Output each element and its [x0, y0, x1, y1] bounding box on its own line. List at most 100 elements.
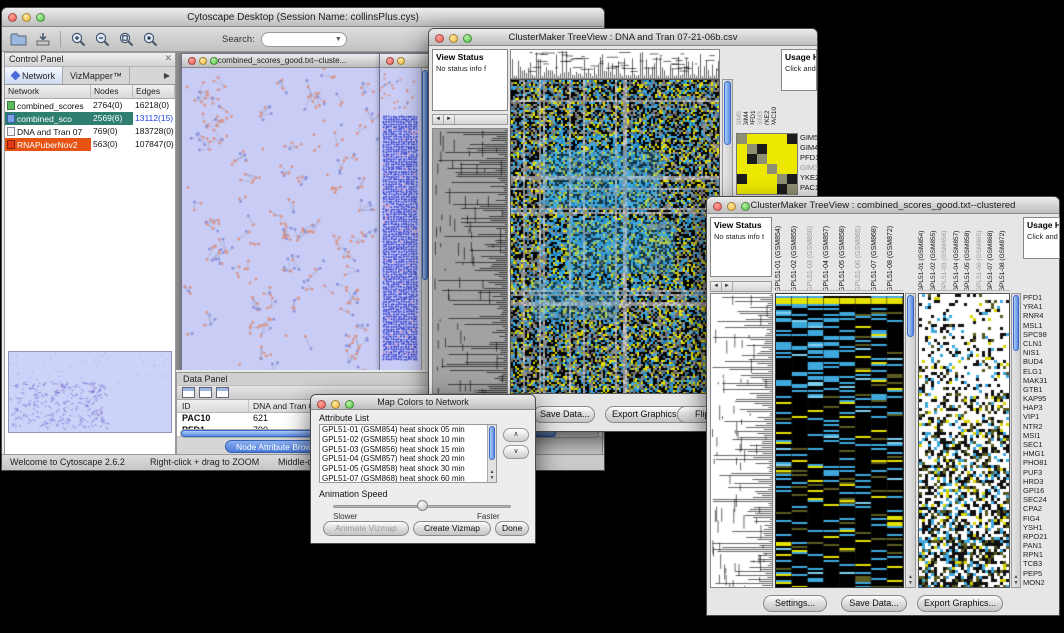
dendrogram-hscrollbar[interactable]: ◄ ► [432, 114, 508, 125]
scrollbar-arrows[interactable]: ▲▼ [1012, 574, 1020, 586]
network-edges: 183728(0) [133, 125, 175, 138]
attribute-list-item[interactable]: GPL51-04 (GSM857) heat shock 20 min [320, 454, 496, 464]
zoom-in-icon[interactable] [68, 29, 89, 50]
vertical-scrollbar[interactable] [421, 68, 428, 370]
scrollbar-thumb[interactable] [724, 81, 731, 145]
zoom-button[interactable] [210, 57, 218, 65]
tab-vizmapper[interactable]: VizMapper™ [63, 67, 130, 84]
scroll-right-icon[interactable]: ► [722, 282, 733, 291]
scrollbar-arrows[interactable]: ▲▼ [488, 469, 496, 481]
tab-vizmapper-label: VizMapper™ [70, 71, 122, 81]
network-list-row[interactable]: DNA and Tran 07769(0)183728(0) [5, 125, 175, 138]
network-view-canvas[interactable] [182, 68, 382, 370]
save-data-button[interactable]: Save Data... [841, 595, 907, 612]
zoom-selected-icon[interactable] [140, 29, 161, 50]
select-attributes-icon[interactable] [199, 387, 212, 398]
minimize-button[interactable] [22, 13, 31, 22]
scroll-track[interactable] [455, 115, 507, 124]
zoom-button[interactable] [36, 13, 45, 22]
scrollbar-thumb[interactable] [489, 426, 495, 460]
close-button[interactable] [317, 400, 326, 409]
close-button[interactable] [8, 13, 17, 22]
table-icon[interactable] [182, 387, 195, 398]
network-list-row[interactable]: RNAPuberNov2563(0)107847(0) [5, 138, 175, 151]
network-list-row[interactable]: combined_scores2764(0)16218(0) [5, 99, 175, 112]
scroll-left-icon[interactable]: ◄ [433, 115, 444, 124]
zoom-button[interactable] [463, 34, 472, 43]
scrollbar-arrows[interactable]: ▲▼ [906, 574, 915, 586]
export-graphics-button[interactable]: Export Graphics... [917, 595, 1003, 612]
tab-overflow-arrow-icon[interactable]: ▶ [159, 67, 175, 84]
row-id: PAC10 [177, 413, 249, 425]
scrollbar-thumb[interactable] [1013, 295, 1019, 351]
dendrogram-hscrollbar[interactable]: ◄ ► [710, 281, 772, 292]
zoom-out-icon[interactable] [92, 29, 113, 50]
open-folder-icon[interactable] [8, 29, 29, 50]
save-data-button[interactable]: Save Data... [533, 406, 595, 423]
control-panel-header: Control Panel ✕ [5, 53, 175, 67]
network-list-row[interactable]: combined_sco2569(6)13112(15) [5, 112, 175, 125]
usage-hints-text: Click and drag t [785, 64, 813, 73]
comb-col-labels-2: GPL51-01 (GSM854)GPL51-02 (GSM855)GPL51-… [918, 217, 1010, 291]
scroll-track[interactable] [733, 282, 771, 291]
gene-list-vscrollbar[interactable]: ▲▼ [1011, 293, 1021, 588]
network-name: combined_scores [17, 101, 84, 111]
network-window-2-titlebar[interactable] [380, 54, 428, 68]
attribute-list-item[interactable]: GPL51-03 (GSM856) heat shock 15 min [320, 445, 496, 455]
dna-column-dendrogram[interactable] [510, 49, 720, 79]
attribute-list-item[interactable]: GPL51-07 (GSM868) heat shock 60 min [320, 474, 496, 483]
animation-speed-slider[interactable] [333, 499, 511, 513]
cluster-heatmap-canvas[interactable] [918, 293, 1010, 588]
minimize-button[interactable] [199, 57, 207, 65]
animate-vizmap-button[interactable]: Animate Vizmap [323, 521, 409, 536]
scroll-right-icon[interactable]: ► [444, 115, 455, 124]
minimize-button[interactable] [727, 202, 736, 211]
dna-row-dendrogram[interactable] [432, 128, 508, 394]
minimize-button[interactable] [397, 57, 405, 65]
dna-heatmap-canvas[interactable] [510, 79, 720, 394]
combined-row-dendrogram[interactable] [710, 293, 773, 588]
treeview-combined-titlebar[interactable]: ClusterMaker TreeView : combined_scores_… [707, 197, 1059, 214]
attribute-list-item[interactable]: GPL51-05 (GSM858) heat shock 30 min [320, 464, 496, 474]
close-button[interactable] [435, 34, 444, 43]
scroll-left-icon[interactable]: ◄ [711, 282, 722, 291]
search-input[interactable]: ▼ [261, 32, 347, 47]
combined-heatmap-canvas[interactable] [775, 293, 904, 588]
attribute-list-vscrollbar[interactable]: ▲▼ [487, 425, 496, 482]
close-button[interactable] [386, 57, 394, 65]
window-controls [8, 13, 45, 22]
minimize-button[interactable] [449, 34, 458, 43]
gene-label: RNR4 [1023, 311, 1061, 320]
new-attribute-icon[interactable] [216, 387, 229, 398]
attribute-list-item[interactable]: GPL51-02 (GSM855) heat shock 10 min [320, 435, 496, 445]
network-window-titlebar[interactable]: combined_scores_good.txt--cluste... [182, 54, 382, 68]
status-pan-hint: Middle-c [278, 457, 312, 467]
settings-button[interactable]: Settings... [763, 595, 827, 612]
done-button[interactable]: Done [495, 521, 529, 536]
move-up-button[interactable]: ∧ [503, 428, 529, 442]
dense-network-canvas[interactable] [380, 68, 421, 370]
close-panel-icon[interactable]: ✕ [164, 53, 172, 64]
attribute-list[interactable]: GPL51-01 (GSM854) heat shock 05 minGPL51… [319, 424, 497, 483]
tab-network[interactable]: Network [5, 67, 63, 84]
zoom-button[interactable] [345, 400, 354, 409]
slider-thumb[interactable] [417, 500, 428, 511]
matrix-cell [767, 164, 777, 174]
minimize-button[interactable] [331, 400, 340, 409]
treeview-dna-titlebar[interactable]: ClusterMaker TreeView : DNA and Tran 07-… [429, 29, 817, 46]
scrollbar-thumb[interactable] [907, 295, 914, 337]
column-label: GPL51-07 (GSM868) [871, 219, 878, 291]
main-titlebar[interactable]: Cytoscape Desktop (Session Name: collins… [2, 8, 604, 27]
heatmap-vscrollbar[interactable]: ▲▼ [905, 293, 916, 588]
dialog-titlebar[interactable]: Map Colors to Network [311, 395, 535, 410]
import-icon[interactable] [32, 29, 53, 50]
attribute-list-item[interactable]: GPL51-01 (GSM854) heat shock 05 min [320, 425, 496, 435]
move-down-button[interactable]: ∨ [503, 445, 529, 459]
gene-label: RPO21 [1023, 532, 1061, 541]
zoom-fit-icon[interactable] [116, 29, 137, 50]
birdseye-view[interactable] [8, 351, 172, 433]
create-vizmap-button[interactable]: Create Vizmap [413, 521, 491, 536]
close-button[interactable] [188, 57, 196, 65]
close-button[interactable] [713, 202, 722, 211]
zoom-button[interactable] [741, 202, 750, 211]
